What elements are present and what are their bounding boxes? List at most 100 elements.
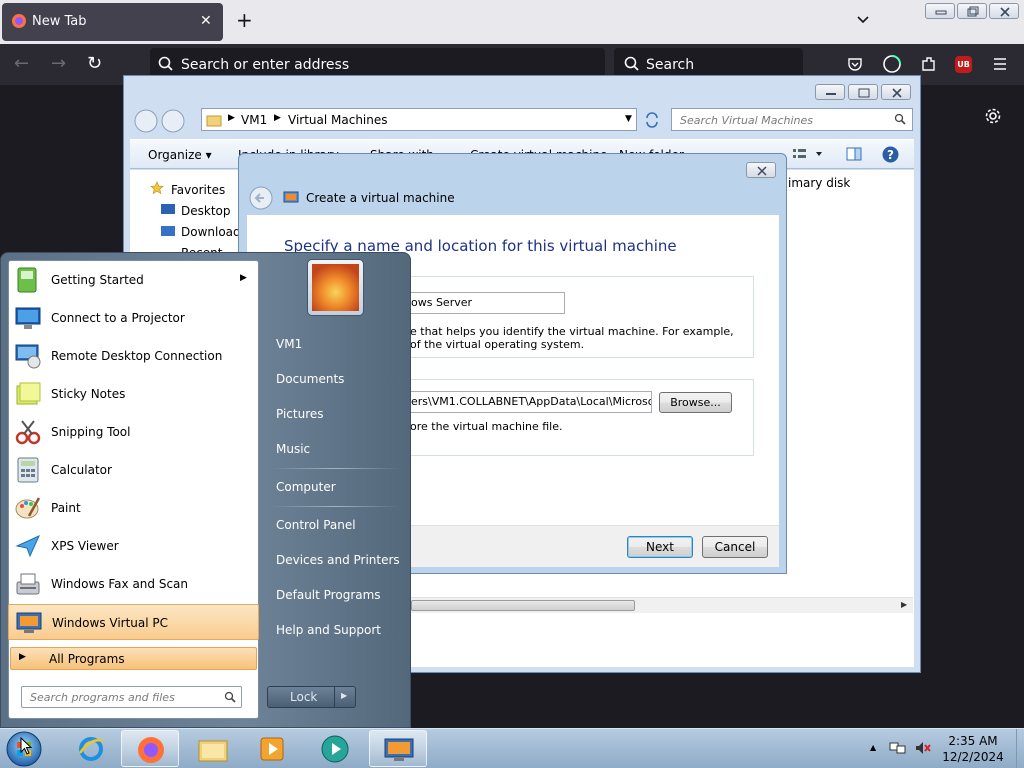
explorer-horizontal-scrollbar[interactable]: ▶ — [411, 597, 913, 613]
organize-menu[interactable]: Organize ▾ — [148, 148, 212, 162]
settings-gear-icon[interactable] — [984, 107, 1002, 125]
search-icon — [894, 113, 906, 125]
explorer-address-bar[interactable]: ▶ VM1 ▶ Virtual Machines ▼ — [201, 108, 637, 131]
show-desktop-button[interactable] — [1016, 729, 1024, 768]
name-hint-line2: of the virtual operating system. — [410, 338, 585, 351]
explorer-minimize-button[interactable] — [815, 84, 845, 100]
column-header-primary-disk[interactable]: imary disk — [788, 176, 850, 190]
explorer-back-icon[interactable] — [133, 108, 159, 134]
program-label: Remote Desktop Connection — [51, 349, 223, 363]
nav-favorites[interactable]: Favorites — [171, 183, 225, 197]
explorer-search-input[interactable]: Search Virtual Machines — [671, 108, 913, 131]
fax-scan-icon — [14, 570, 42, 598]
scrollbar-thumb[interactable] — [411, 600, 635, 611]
new-tab-icon[interactable]: + — [236, 10, 253, 30]
taskbar-media-player[interactable] — [244, 730, 302, 767]
all-programs-button[interactable]: ▶ All Programs — [10, 647, 257, 670]
program-xps-viewer[interactable]: XPS Viewer — [8, 528, 259, 564]
pocket-icon[interactable] — [847, 56, 863, 72]
browser-restore-button[interactable] — [957, 3, 987, 19]
preview-pane-icon[interactable] — [846, 146, 862, 162]
program-snipping-tool[interactable]: Snipping Tool — [8, 414, 259, 450]
location-field[interactable]: ers\VM1.COLLABNET\AppData\Local\Microsof… — [407, 391, 652, 413]
extensions-icon[interactable] — [920, 55, 938, 73]
user-picture[interactable] — [307, 259, 364, 316]
internet-explorer-icon — [76, 735, 106, 763]
search-icon — [158, 56, 174, 72]
start-link-pictures[interactable]: Pictures — [276, 407, 324, 421]
account-sync-icon[interactable] — [882, 54, 902, 74]
browse-button[interactable]: Browse... — [659, 392, 732, 413]
firefox-icon — [11, 13, 27, 29]
explorer-search-placeholder: Search Virtual Machines — [680, 114, 813, 127]
shutdown-options-arrow-icon[interactable]: ▶ — [341, 691, 347, 700]
program-label: Windows Virtual PC — [52, 616, 169, 630]
start-link-devices-printers[interactable]: Devices and Printers — [276, 553, 400, 567]
program-remote-desktop[interactable]: Remote Desktop Connection — [8, 338, 259, 374]
explorer-forward-icon[interactable] — [160, 108, 186, 134]
location-hint: ore the virtual machine file. — [410, 420, 563, 433]
lock-button[interactable]: Lock ▶ — [267, 686, 356, 708]
start-link-music[interactable]: Music — [276, 442, 310, 456]
program-sticky-notes[interactable]: Sticky Notes — [8, 376, 259, 412]
nav-desktop[interactable]: Desktop — [181, 204, 231, 218]
tab-close-icon[interactable]: ✕ — [200, 13, 212, 29]
program-getting-started[interactable]: Getting Started ▶ — [8, 262, 259, 298]
program-connect-projector[interactable]: Connect to a Projector — [8, 300, 259, 336]
program-label: Snipping Tool — [51, 425, 131, 439]
program-paint[interactable]: Paint — [8, 490, 259, 526]
taskbar-virtual-pc[interactable] — [369, 730, 427, 767]
program-label: Windows Fax and Scan — [51, 577, 189, 591]
dialog-back-icon[interactable] — [248, 185, 274, 211]
back-icon[interactable]: ← — [14, 53, 29, 74]
start-link-computer[interactable]: Computer — [276, 480, 336, 494]
browser-close-button[interactable] — [989, 3, 1019, 19]
taskbar-clock[interactable]: 2:35 AM 12/2/2024 — [935, 733, 1011, 765]
list-all-tabs-icon[interactable] — [855, 12, 871, 28]
name-field[interactable]: ows Server — [407, 292, 565, 314]
taskbar-explorer[interactable] — [184, 730, 242, 767]
explorer-maximize-button[interactable] — [848, 84, 878, 100]
program-label: Getting Started — [51, 273, 144, 287]
forward-icon[interactable]: → — [51, 53, 66, 74]
address-dropdown-icon[interactable]: ▼ — [625, 114, 632, 124]
virtual-pc-icon — [383, 736, 415, 764]
taskbar-media-center[interactable] — [306, 730, 364, 767]
browser-tab[interactable]: New Tab ✕ — [2, 3, 223, 41]
next-button[interactable]: Next — [627, 536, 693, 558]
start-link-user[interactable]: VM1 — [276, 337, 302, 351]
refresh-icon[interactable] — [643, 111, 661, 129]
program-label: XPS Viewer — [51, 539, 119, 553]
program-fax-scan[interactable]: Windows Fax and Scan — [8, 566, 259, 602]
folder-icon — [206, 112, 222, 128]
explorer-close-button[interactable] — [881, 84, 911, 100]
firefox-icon — [136, 735, 166, 765]
start-link-help-support[interactable]: Help and Support — [276, 623, 381, 637]
name-field-value: ows Server — [411, 296, 473, 309]
view-options-icon[interactable] — [792, 147, 824, 161]
taskbar-internet-explorer[interactable] — [62, 730, 120, 767]
help-icon[interactable]: ? — [882, 146, 899, 163]
scroll-right-icon[interactable]: ▶ — [901, 600, 907, 609]
browser-minimize-button[interactable] — [925, 3, 955, 19]
dialog-close-button[interactable] — [746, 162, 776, 178]
program-calculator[interactable]: Calculator — [8, 452, 259, 488]
start-search-input[interactable]: Search programs and files — [21, 686, 242, 708]
svg-text:?: ? — [887, 148, 894, 162]
cancel-button[interactable]: Cancel — [702, 536, 768, 558]
menu-icon[interactable] — [992, 56, 1008, 72]
volume-muted-icon[interactable] — [914, 740, 932, 756]
reload-icon[interactable]: ↻ — [87, 53, 102, 74]
taskbar-firefox[interactable] — [121, 730, 179, 767]
start-link-documents[interactable]: Documents — [276, 372, 344, 386]
breadcrumb-vm1[interactable]: VM1 — [241, 113, 267, 127]
show-hidden-icons[interactable]: ▲ — [870, 743, 876, 752]
ublock-icon[interactable]: UB — [955, 56, 972, 73]
program-windows-virtual-pc[interactable]: Windows Virtual PC — [8, 604, 259, 640]
lock-divider — [334, 687, 335, 707]
network-icon[interactable] — [889, 740, 907, 756]
all-programs-arrow-icon: ▶ — [19, 652, 26, 662]
breadcrumb-virtual-machines[interactable]: Virtual Machines — [288, 113, 388, 127]
start-link-control-panel[interactable]: Control Panel — [276, 518, 356, 532]
start-link-default-programs[interactable]: Default Programs — [276, 588, 381, 602]
